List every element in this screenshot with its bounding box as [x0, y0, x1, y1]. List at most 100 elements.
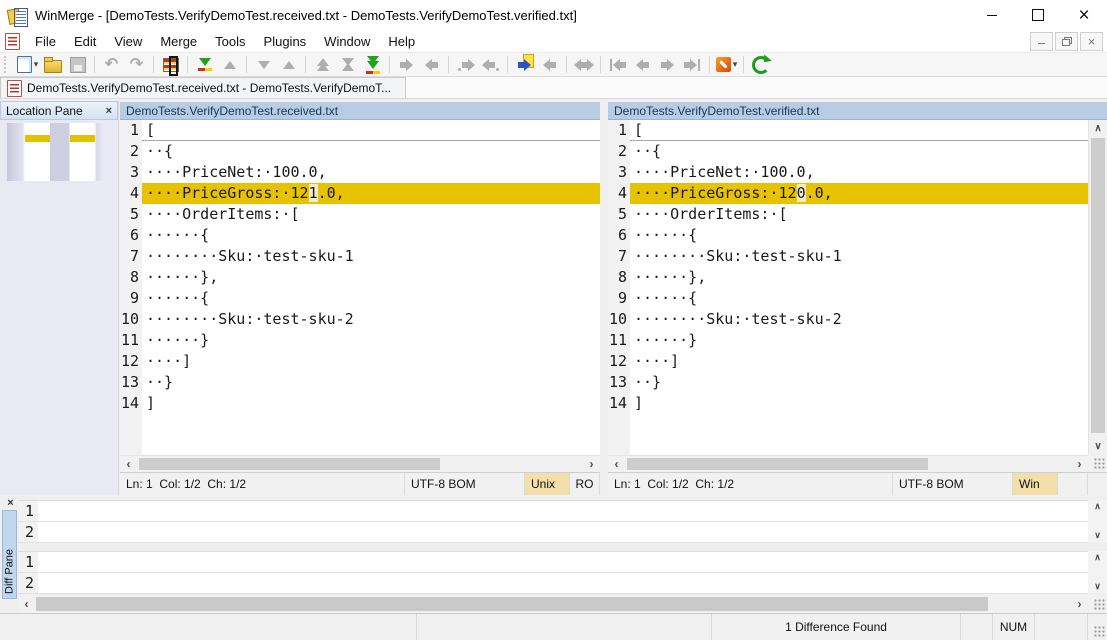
hscroll-thumb[interactable] — [627, 458, 928, 470]
editor-line[interactable]: 5····OrderItems:·[ — [120, 204, 600, 225]
left-encoding[interactable]: UTF-8 BOM — [405, 473, 525, 495]
left-pane-header[interactable]: DemoTests.VerifyDemoTest.received.txt — [120, 102, 600, 120]
editor-line[interactable]: 2··{ — [608, 141, 1088, 162]
scroll-right-icon[interactable]: › — [1071, 595, 1088, 613]
tab-received-verified[interactable]: DemoTests.VerifyDemoTest.received.txt - … — [0, 77, 406, 98]
hscroll-thumb[interactable] — [139, 458, 440, 470]
scroll-right-icon[interactable]: › — [1071, 456, 1088, 472]
diff-marker-left[interactable] — [25, 135, 50, 142]
right-vscrollbar[interactable]: ∧ ∨ — [1088, 120, 1107, 455]
location-map[interactable] — [7, 123, 103, 181]
scroll-down-icon[interactable]: ∨ — [1088, 529, 1107, 542]
scroll-left-icon[interactable]: ‹ — [608, 456, 625, 472]
diff-pane-title[interactable]: Diff Pane — [2, 510, 17, 599]
editor-line[interactable]: 9······{ — [608, 288, 1088, 309]
editor-line[interactable]: 3····PriceNet:·100.0, — [608, 162, 1088, 183]
editor-line[interactable]: 6······{ — [120, 225, 600, 246]
plugins-button[interactable]: ▾ — [715, 53, 738, 76]
right-encoding[interactable]: UTF-8 BOM — [893, 473, 1013, 495]
diff-pane-line[interactable]: 2 — [18, 573, 1088, 594]
left-hscrollbar[interactable]: ‹ › — [120, 455, 600, 472]
diff-pane-close-icon[interactable]: × — [4, 496, 17, 509]
menu-window[interactable]: Window — [315, 31, 379, 52]
editor-line[interactable]: 5····OrderItems:·[ — [608, 204, 1088, 225]
editor-line[interactable]: 1[ — [608, 120, 1088, 141]
diff-editor-bottom[interactable]: 12 — [18, 551, 1088, 594]
editor-line[interactable]: 10········Sku:·test-sku-2 — [608, 309, 1088, 330]
menu-edit[interactable]: Edit — [65, 31, 105, 52]
menu-file[interactable]: File — [26, 31, 65, 52]
diff-top-vscrollbar[interactable]: ∧ ∨ — [1088, 500, 1107, 542]
scroll-up-icon[interactable]: ∧ — [1088, 500, 1107, 513]
last-difference-button[interactable] — [361, 53, 384, 76]
right-readonly-flag[interactable] — [1058, 473, 1088, 495]
editor-line[interactable]: 7········Sku:·test-sku-1 — [120, 246, 600, 267]
vscroll-thumb[interactable] — [1091, 138, 1105, 433]
scroll-down-icon[interactable]: ∨ — [1088, 580, 1107, 593]
hscroll-thumb[interactable] — [36, 597, 988, 611]
next-difference-button[interactable] — [193, 53, 216, 76]
editor-line[interactable]: 4····PriceGross:·121.0, — [120, 183, 600, 204]
mdi-minimize-button[interactable] — [1030, 32, 1053, 51]
mdi-restore-button[interactable] — [1055, 32, 1078, 51]
scroll-right-icon[interactable]: › — [583, 456, 600, 472]
diff-pane-line[interactable]: 1 — [18, 552, 1088, 573]
diff-pane-line[interactable]: 1 — [18, 501, 1088, 522]
left-editor[interactable]: 1[2··{3····PriceNet:·100.0,4····PriceGro… — [120, 120, 600, 455]
next-difference-icon — [198, 58, 212, 71]
right-pane-header[interactable]: DemoTests.VerifyDemoTest.verified.txt — [608, 102, 1107, 120]
diff-marker-right[interactable] — [70, 135, 95, 142]
editor-line[interactable]: 13··} — [120, 372, 600, 393]
right-eol-style[interactable]: Win — [1013, 473, 1058, 495]
diff-editor-top[interactable]: 12 — [18, 500, 1088, 543]
refresh-button[interactable] — [749, 53, 772, 76]
scroll-up-icon[interactable]: ∧ — [1089, 120, 1107, 137]
plugins-dropdown-caret[interactable]: ▾ — [733, 59, 738, 70]
right-hscrollbar[interactable]: ‹ › — [608, 455, 1088, 472]
editor-line[interactable]: 3····PriceNet:·100.0, — [120, 162, 600, 183]
new-button[interactable]: ▾ — [16, 53, 39, 76]
diff-pane-line[interactable]: 2 — [18, 522, 1088, 543]
editor-line[interactable]: 2··{ — [120, 141, 600, 162]
editor-line[interactable]: 1[ — [120, 120, 600, 141]
editor-line[interactable]: 8······}, — [608, 267, 1088, 288]
editor-line[interactable]: 14] — [120, 393, 600, 414]
left-readonly-flag[interactable]: RO — [570, 473, 600, 495]
menu-help[interactable]: Help — [379, 31, 424, 52]
editor-line[interactable]: 4····PriceGross:·120.0, — [608, 183, 1088, 204]
editor-line[interactable]: 14] — [608, 393, 1088, 414]
window-resize-grip[interactable] — [1088, 614, 1107, 640]
menu-tools[interactable]: Tools — [206, 31, 254, 52]
mdi-close-button[interactable]: × — [1080, 32, 1103, 51]
editor-line[interactable]: 7········Sku:·test-sku-1 — [608, 246, 1088, 267]
minimize-button[interactable] — [969, 0, 1015, 30]
editor-line[interactable]: 6······{ — [608, 225, 1088, 246]
diff-bottom-vscrollbar[interactable]: ∧ ∨ — [1088, 551, 1107, 593]
maximize-button[interactable] — [1015, 0, 1061, 30]
copy-all-right-button[interactable] — [513, 53, 536, 76]
editor-line[interactable]: 9······{ — [120, 288, 600, 309]
view-line-diff-button[interactable] — [159, 53, 182, 76]
editor-line[interactable]: 11······} — [608, 330, 1088, 351]
open-button[interactable] — [41, 53, 64, 76]
menu-merge[interactable]: Merge — [151, 31, 206, 52]
right-editor[interactable]: 1[2··{3····PriceNet:·100.0,4····PriceGro… — [608, 120, 1088, 455]
close-button[interactable]: × — [1061, 0, 1107, 30]
scroll-up-icon[interactable]: ∧ — [1088, 551, 1107, 564]
editor-line[interactable]: 11······} — [120, 330, 600, 351]
menu-plugins[interactable]: Plugins — [255, 31, 316, 52]
diff-hscrollbar[interactable]: ‹ › — [18, 595, 1088, 613]
new-dropdown-caret[interactable]: ▾ — [34, 59, 39, 70]
editor-line[interactable]: 12····] — [608, 351, 1088, 372]
left-eol-style[interactable]: Unix — [525, 473, 570, 495]
location-pane-close-icon[interactable]: × — [106, 105, 112, 117]
scroll-down-icon[interactable]: ∨ — [1089, 438, 1107, 455]
editor-line[interactable]: 8······}, — [120, 267, 600, 288]
editor-line[interactable]: 10········Sku:·test-sku-2 — [120, 309, 600, 330]
editor-line[interactable]: 13··} — [608, 372, 1088, 393]
editor-line[interactable]: 12····] — [120, 351, 600, 372]
toolbar-drag-handle[interactable] — [4, 56, 10, 73]
menu-view[interactable]: View — [105, 31, 151, 52]
scroll-left-icon[interactable]: ‹ — [18, 595, 35, 613]
scroll-left-icon[interactable]: ‹ — [120, 456, 137, 472]
